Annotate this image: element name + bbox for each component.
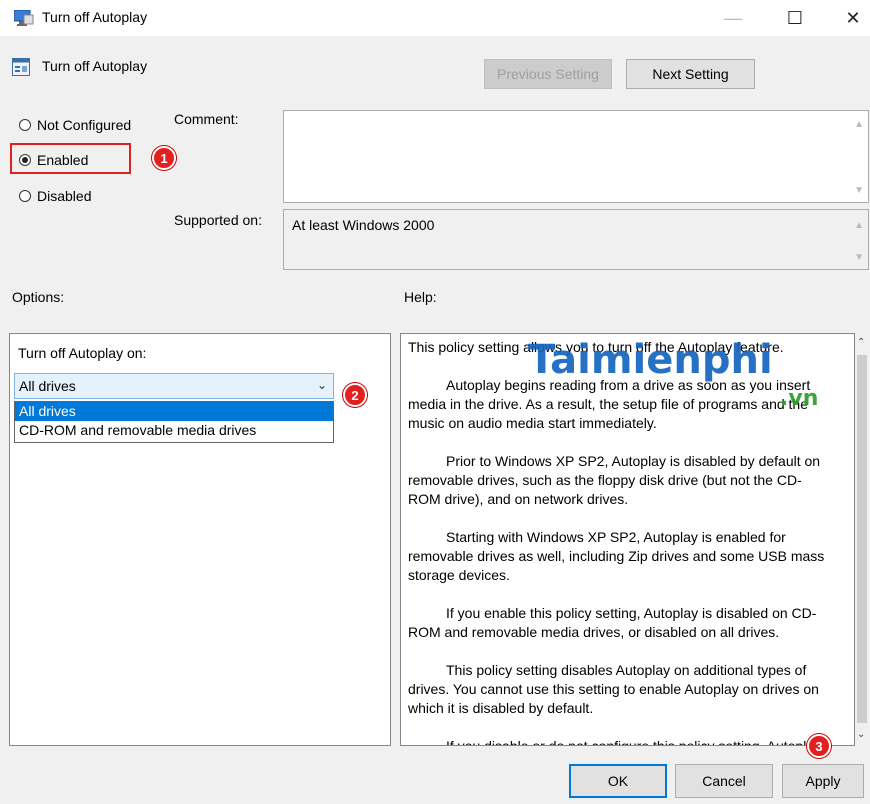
radio-enabled[interactable]: Enabled [19, 152, 88, 168]
radio-not-configured[interactable]: Not Configured [19, 117, 131, 133]
window-title: Turn off Autoplay [42, 9, 148, 25]
autoplay-on-label: Turn off Autoplay on: [18, 345, 147, 361]
radio-label-enabled: Enabled [37, 152, 89, 168]
policy-setting-icon [12, 58, 30, 76]
chevron-down-icon[interactable]: ⌄ [317, 378, 327, 392]
dropdown-item-cdrom[interactable]: CD-ROM and removable media drives [15, 421, 333, 440]
step-badge-1: 1 [152, 146, 176, 170]
watermark-suffix: .vn [780, 386, 819, 411]
scroll-up-arrow-icon[interactable]: ⌃ [857, 337, 865, 348]
help-paragraph: If you enable this policy setting, Autop… [408, 605, 817, 640]
previous-setting-button[interactable]: Previous Setting [484, 59, 612, 89]
comment-label: Comment: [174, 111, 239, 127]
scroll-up-arrow-icon[interactable]: ▲ [854, 119, 864, 130]
help-paragraph: Prior to Windows XP SP2, Autoplay is dis… [408, 453, 821, 507]
scroll-down-arrow-icon[interactable]: ▼ [854, 252, 864, 263]
supported-on-box: At least Windows 2000 ▲ ▼ [283, 209, 869, 270]
maximize-button[interactable]: ☐ [772, 0, 818, 36]
step-badge-2: 2 [343, 383, 367, 407]
radio-label-not-configured: Not Configured [37, 117, 132, 133]
minimize-button[interactable]: — [710, 0, 756, 36]
apply-button[interactable]: Apply [782, 764, 864, 798]
title-bar: Turn off Autoplay — ☐ ✕ [0, 0, 870, 36]
radio-circle[interactable] [19, 190, 31, 202]
scroll-down-arrow-icon[interactable]: ▼ [854, 185, 864, 196]
radio-disabled[interactable]: Disabled [19, 188, 91, 204]
policy-name: Turn off Autoplay [42, 58, 148, 74]
help-scrollbar[interactable]: ⌃ ⌄ [855, 333, 869, 746]
step-badge-3: 3 [807, 734, 831, 758]
radio-label-disabled: Disabled [37, 188, 92, 204]
help-paragraph: Starting with Windows XP SP2, Autoplay i… [408, 529, 825, 583]
help-paragraph: If you disable or do not configure this … [446, 738, 822, 746]
cancel-button[interactable]: Cancel [675, 764, 773, 798]
help-text: This policy setting allows you to turn o… [408, 338, 828, 746]
help-label: Help: [404, 289, 437, 305]
help-paragraph: Autoplay begins reading from a drive as … [408, 377, 811, 431]
scrollbar-thumb[interactable] [857, 355, 867, 723]
scroll-down-arrow-icon[interactable]: ⌄ [857, 729, 865, 740]
close-button[interactable]: ✕ [830, 0, 870, 36]
watermark-brand: Taimienphi [528, 337, 773, 383]
select-value: All drives [19, 378, 76, 394]
help-paragraph: This policy setting disables Autoplay on… [408, 662, 819, 716]
ok-button[interactable]: OK [569, 764, 667, 798]
supported-on-label: Supported on: [174, 212, 262, 228]
autoplay-drives-select[interactable]: All drives ⌄ [14, 373, 334, 399]
supported-on-value: At least Windows 2000 [292, 217, 435, 233]
policy-window-icon [14, 10, 34, 26]
autoplay-drives-dropdown: All drives CD-ROM and removable media dr… [14, 401, 334, 443]
radio-circle[interactable] [19, 119, 31, 131]
dropdown-item-all-drives[interactable]: All drives [15, 402, 333, 421]
options-label: Options: [12, 289, 65, 305]
scroll-up-arrow-icon[interactable]: ▲ [854, 220, 864, 231]
radio-circle[interactable] [19, 154, 31, 166]
comment-textbox[interactable]: ▲ ▼ [283, 110, 869, 203]
next-setting-button[interactable]: Next Setting [626, 59, 755, 89]
